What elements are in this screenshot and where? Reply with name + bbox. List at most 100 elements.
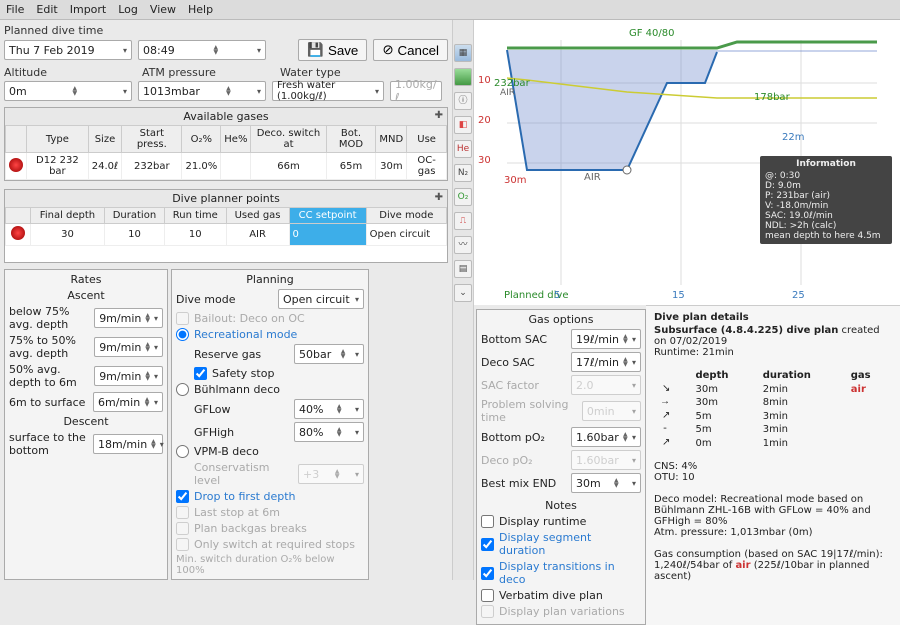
info-tooltip: Information @: 0:30 D: 9.0m P: 231bar (a… bbox=[760, 156, 892, 244]
chevron-down-icon[interactable]: ⌄ bbox=[454, 284, 472, 302]
gfhigh-label: GFHigh bbox=[194, 426, 234, 439]
save-icon: 💾 bbox=[307, 42, 324, 58]
onlyswitch-check bbox=[176, 538, 189, 551]
altitude-label: Altitude bbox=[4, 66, 136, 79]
pts-col-dur: Duration bbox=[105, 208, 165, 224]
gases-add-icon[interactable]: ✚ bbox=[435, 110, 443, 121]
gas-col-start: Start press. bbox=[122, 126, 182, 153]
air-label: AIR bbox=[584, 172, 601, 183]
ascent-title: Ascent bbox=[9, 289, 163, 302]
dive-mode-label: Dive mode bbox=[176, 293, 236, 306]
bsac-spin[interactable]: 19ℓ/min▲▼ bbox=[571, 329, 641, 349]
gas-col-use: Use bbox=[407, 126, 447, 153]
safety-check[interactable] bbox=[194, 367, 207, 380]
table-row[interactable]: D12 232 bar 24.0ℓ 232bar 21.0% 66m 65m 3… bbox=[6, 153, 447, 180]
dsac-spin[interactable]: 17ℓ/min▲▼ bbox=[571, 352, 641, 372]
trans-check[interactable] bbox=[481, 567, 494, 580]
conslvl-label: Conservatism level bbox=[194, 461, 292, 487]
drop-check[interactable] bbox=[176, 490, 189, 503]
n2-icon[interactable]: N₂ bbox=[454, 164, 472, 182]
segment-check[interactable] bbox=[481, 538, 494, 551]
cancel-button[interactable]: ⊘Cancel bbox=[373, 39, 448, 61]
points-title: Dive planner points✚ bbox=[5, 190, 447, 207]
salinity-input: 1.00kg/ℓ bbox=[390, 81, 442, 101]
hr-icon[interactable]: ⎍ bbox=[454, 212, 472, 230]
runtime-check[interactable] bbox=[481, 515, 494, 528]
tooltip-title: Information bbox=[765, 159, 887, 169]
sacf-label: SAC factor bbox=[481, 379, 539, 392]
save-button[interactable]: 💾Save bbox=[298, 39, 367, 61]
bpo2-label: Bottom pO₂ bbox=[481, 431, 545, 444]
menu-import[interactable]: Import bbox=[70, 3, 107, 16]
altitude-combo[interactable]: 0m▲▼ bbox=[4, 81, 132, 101]
xtick-15: 15 bbox=[672, 290, 685, 301]
verb-check[interactable] bbox=[481, 589, 494, 602]
table-row[interactable]: 30 10 10 AIR 0 Open circuit bbox=[6, 224, 447, 246]
atm-combo[interactable]: 1013mbar▲▼ bbox=[138, 81, 266, 101]
last6-check bbox=[176, 506, 189, 519]
rate-v3[interactable]: 9m/min▲▼ bbox=[94, 366, 163, 386]
menu-view[interactable]: View bbox=[150, 3, 176, 16]
icon-strip: ▦ ⓘ ◧ He N₂ O₂ ⎍ 〰 ▤ ⌄ bbox=[452, 20, 474, 580]
date-combo[interactable]: Thu 7 Feb 2019 bbox=[4, 40, 132, 60]
mnd-22m: 22m bbox=[782, 132, 804, 143]
vpmb-radio[interactable] bbox=[176, 445, 189, 458]
menu-log[interactable]: Log bbox=[118, 3, 138, 16]
var-check bbox=[481, 605, 494, 618]
rate-label: 75% to 50% avg. depth bbox=[9, 334, 88, 360]
pts-col-gas: Used gas bbox=[226, 208, 289, 224]
dpo2-label: Deco pO₂ bbox=[481, 454, 533, 467]
gas-col-o2: O₂% bbox=[182, 126, 221, 153]
gases-table: Type Size Start press. O₂% He% Deco. swi… bbox=[5, 125, 447, 180]
bend-spin[interactable]: 30m▲▼ bbox=[571, 473, 641, 493]
menubar: File Edit Import Log View Help bbox=[0, 0, 900, 20]
details-title: Dive plan details bbox=[654, 312, 892, 323]
bpo2-spin[interactable]: 1.60bar▲▼ bbox=[571, 427, 641, 447]
gf-label: GF 40/80 bbox=[629, 28, 675, 39]
gflow-spin[interactable]: 40%▲▼ bbox=[294, 399, 364, 419]
dive-mode-combo[interactable]: Open circuit bbox=[278, 289, 364, 309]
menu-edit[interactable]: Edit bbox=[36, 3, 57, 16]
tissue-icon[interactable]: ◧ bbox=[454, 116, 472, 134]
sacf-spin: 2.0 bbox=[571, 375, 641, 395]
time-combo[interactable]: 08:49▲▼ bbox=[138, 40, 266, 60]
gfhigh-spin[interactable]: 80%▲▼ bbox=[294, 422, 364, 442]
end-press: 178bar bbox=[754, 92, 790, 103]
gas-col-deco: Deco. switch at bbox=[251, 126, 326, 153]
planned-dive-time-label: Planned dive time bbox=[4, 24, 448, 37]
rate-label: surface to the bottom bbox=[9, 431, 87, 457]
rate-label: 50% avg. depth to 6m bbox=[9, 363, 88, 389]
profile-icon[interactable]: ▦ bbox=[454, 44, 472, 62]
bar-icon[interactable]: ▤ bbox=[454, 260, 472, 278]
minswitch-label: Min. switch duration O₂% below 100% bbox=[176, 554, 364, 576]
reserve-spin[interactable]: 50bar▲▼ bbox=[294, 344, 364, 364]
graph-icon[interactable]: 〰 bbox=[454, 236, 472, 254]
buhl-radio[interactable] bbox=[176, 383, 189, 396]
rate-v5[interactable]: 18m/min▲▼ bbox=[93, 434, 163, 454]
dsac-label: Deco SAC bbox=[481, 356, 535, 369]
menu-help[interactable]: Help bbox=[188, 3, 213, 16]
points-add-icon[interactable]: ✚ bbox=[435, 192, 443, 203]
o2-icon[interactable]: O₂ bbox=[454, 188, 472, 206]
water-type-label: Water type bbox=[280, 66, 412, 79]
he-icon[interactable]: He bbox=[454, 140, 472, 158]
atm-label: ATM pressure bbox=[142, 66, 274, 79]
ytick-20: 20 bbox=[478, 115, 491, 126]
gradient-icon[interactable] bbox=[454, 68, 472, 86]
rec-radio[interactable] bbox=[176, 328, 189, 341]
dive-profile-chart[interactable]: GF 40/80 10 20 30 30m AIR 232bar AIR 178… bbox=[474, 20, 900, 305]
rate-v1[interactable]: 9m/min▲▼ bbox=[94, 308, 163, 328]
gas-col-icon bbox=[6, 126, 27, 153]
water-type-combo[interactable]: Fresh water (1.00kg/ℓ) bbox=[272, 81, 384, 101]
menu-file[interactable]: File bbox=[6, 3, 24, 16]
cylinder-icon bbox=[9, 158, 23, 172]
air-top-label: AIR bbox=[500, 88, 515, 98]
dive-plan-details: Dive plan details Subsurface (4.8.4.225)… bbox=[646, 305, 900, 625]
rate-v4[interactable]: 6m/min▲▼ bbox=[93, 392, 163, 412]
ytick-10: 10 bbox=[478, 75, 491, 86]
info-icon[interactable]: ⓘ bbox=[454, 92, 472, 110]
rate-label: below 75% avg. depth bbox=[9, 305, 88, 331]
xtick-5: 5 bbox=[554, 290, 560, 301]
bailout-check bbox=[176, 312, 189, 325]
rate-v2[interactable]: 9m/min▲▼ bbox=[94, 337, 163, 357]
